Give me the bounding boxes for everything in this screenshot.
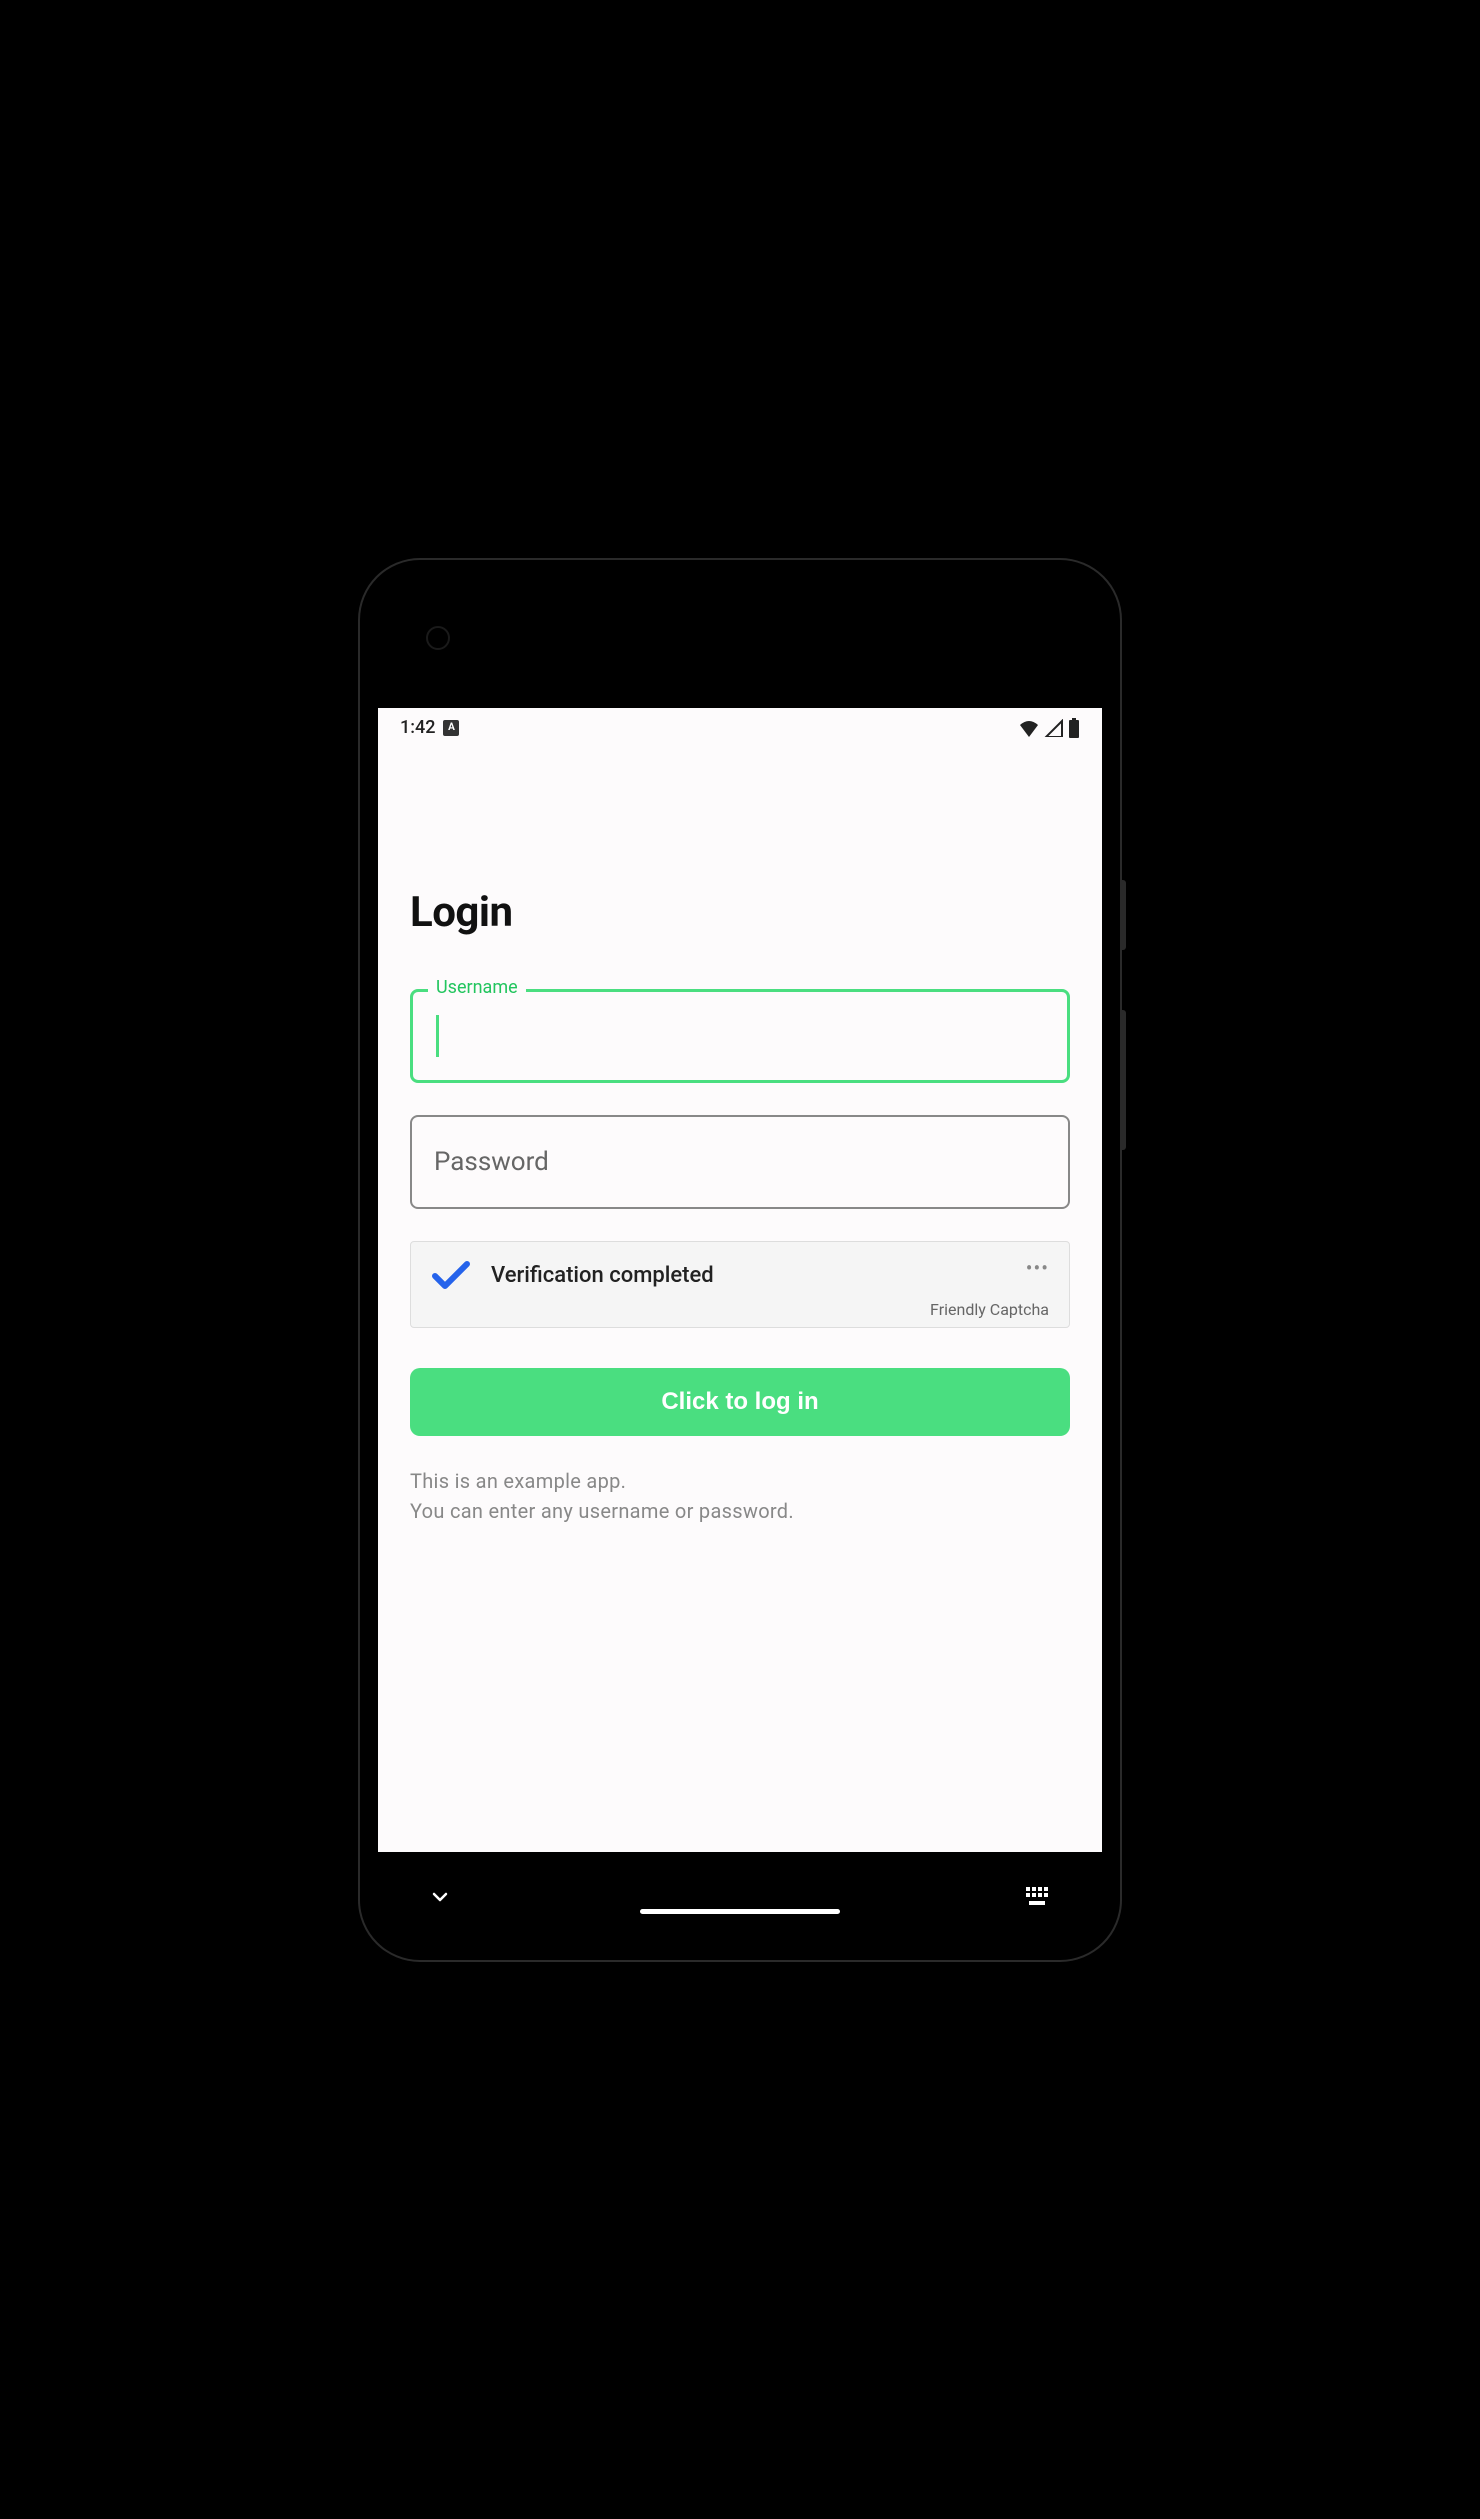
captcha-status-text: Verification completed <box>491 1263 714 1288</box>
captcha-status-row: Verification completed <box>431 1260 1049 1292</box>
nav-home-bar[interactable] <box>640 1909 840 1914</box>
wifi-icon <box>1018 719 1040 737</box>
username-input[interactable] <box>410 989 1070 1083</box>
password-input[interactable] <box>410 1115 1070 1209</box>
status-bar-left: 1:42 A <box>400 717 459 738</box>
captcha-widget: ••• Verification completed Friendly Capt… <box>410 1241 1070 1328</box>
login-form: Login Username Password ••• <box>378 748 1102 1526</box>
nav-back-icon[interactable] <box>428 1885 452 1909</box>
hint-line-1: This is an example app. <box>410 1466 1070 1496</box>
navigation-bar <box>378 1852 1102 1942</box>
username-label: Username <box>428 977 526 998</box>
page-title: Login <box>410 888 1070 937</box>
status-time: 1:42 <box>400 717 435 738</box>
phone-side-button <box>1120 880 1126 950</box>
phone-screen: 1:42 A <box>378 578 1102 1942</box>
keyboard-icon[interactable] <box>1026 1887 1052 1907</box>
status-bar: 1:42 A <box>378 708 1102 748</box>
language-badge-icon: A <box>443 720 459 736</box>
app-screen: 1:42 A <box>378 708 1102 1852</box>
phone-frame: 1:42 A <box>360 560 1120 1960</box>
password-field-group: Password <box>410 1115 1070 1209</box>
hint-text: This is an example app. You can enter an… <box>410 1466 1070 1526</box>
cellular-signal-icon <box>1044 719 1064 737</box>
battery-icon <box>1068 718 1080 738</box>
phone-side-button <box>1120 1010 1126 1150</box>
username-field-group: Username <box>410 989 1070 1083</box>
captcha-menu-icon[interactable]: ••• <box>1026 1256 1049 1280</box>
login-button[interactable]: Click to log in <box>410 1368 1070 1436</box>
status-bar-right <box>1018 718 1080 738</box>
camera-hole <box>426 626 450 650</box>
checkmark-icon <box>431 1260 471 1292</box>
text-cursor <box>436 1015 439 1057</box>
captcha-brand: Friendly Captcha <box>431 1300 1049 1319</box>
hint-line-2: You can enter any username or password. <box>410 1496 1070 1526</box>
